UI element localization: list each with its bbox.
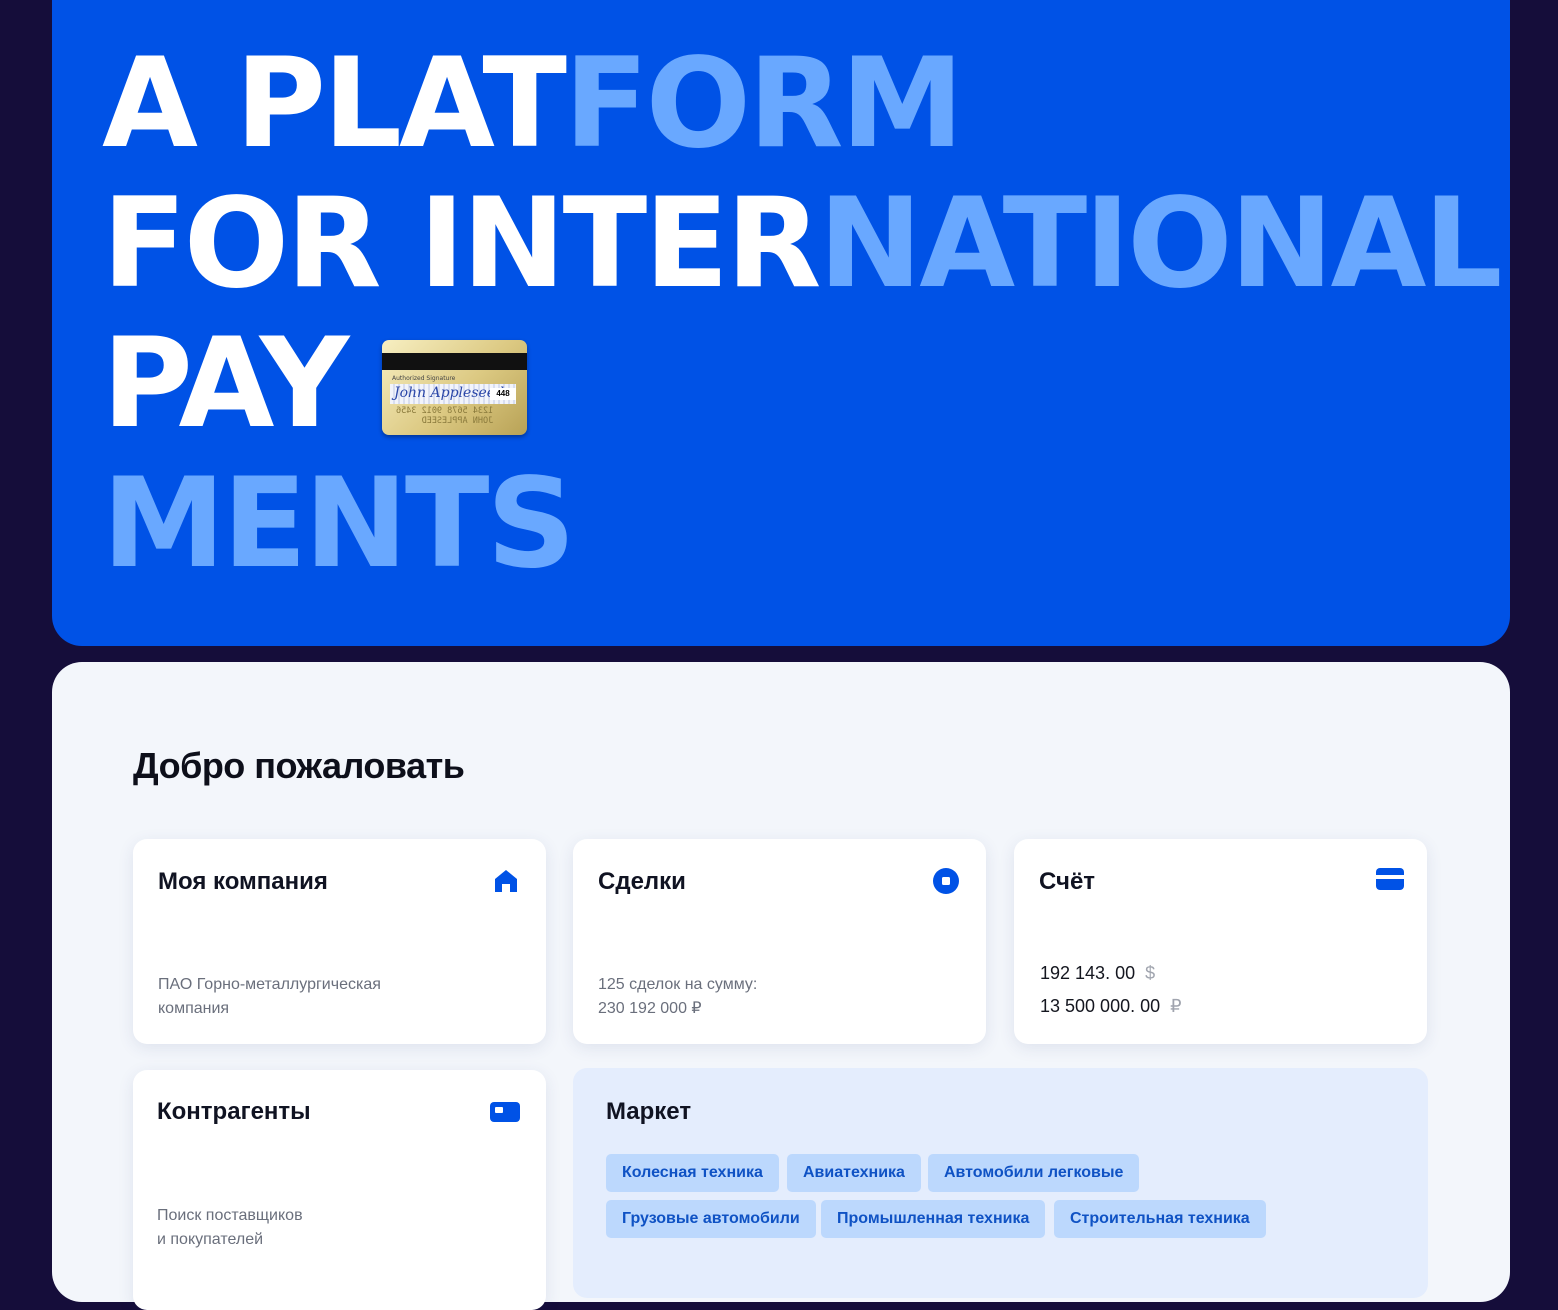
credit-card-image: Authorized Signature John Appleseed 448 … (382, 340, 527, 435)
hero-headline-line-2: FOR INTERNATIONAL (102, 182, 1502, 306)
currency-rub: ₽ (1170, 996, 1182, 1016)
counterparties-desc-line: и покупателей (157, 1231, 264, 1248)
hero-headline-line-1: A PLATFORM (102, 42, 964, 166)
company-desc-line: компания (158, 1000, 230, 1017)
company-card-desc: ПАО Горно-металлургическая компания (158, 973, 381, 1021)
card-mirror-number: 1234 5678 9012 3456 (396, 406, 494, 416)
deals-icon (933, 868, 959, 894)
deals-desc-line: 125 сделок на сумму: (598, 976, 758, 993)
hero-text-white: A PLAT (102, 32, 567, 176)
company-card[interactable]: Моя компания ПАО Горно-металлургическая … (133, 839, 546, 1044)
account-amount-rub: 13 500 000. 00 ₽ (1040, 996, 1182, 1017)
hero-text-white: PAY (102, 312, 349, 456)
account-card[interactable]: Счёт 192 143. 00 $ 13 500 000. 00 ₽ (1014, 839, 1427, 1044)
counterparties-card[interactable]: Контрагенты Поиск поставщиков и покупате… (133, 1070, 546, 1310)
deals-card-title: Сделки (598, 868, 686, 895)
company-desc-line: ПАО Горно-металлургическая (158, 976, 381, 993)
deals-card-desc: 125 сделок на сумму: 230 192 000 ₽ (598, 973, 757, 1021)
welcome-heading: Добро пожаловать (133, 745, 465, 786)
hero-text-white: FOR INTER (102, 172, 821, 316)
company-card-title: Моя компания (158, 868, 328, 895)
market-tag[interactable]: Грузовые автомобили (606, 1200, 816, 1238)
amount-usd-value: 192 143. 00 (1040, 963, 1136, 983)
account-amount-usd: 192 143. 00 $ (1040, 963, 1155, 984)
account-card-title: Счёт (1039, 868, 1096, 895)
card-mirror-name: JOHN APPLESEED (421, 416, 494, 426)
id-card-icon (490, 1102, 520, 1122)
card-cvv: 448 (490, 388, 516, 400)
market-tag[interactable]: Авиатехника (787, 1154, 921, 1192)
hero-text-light: MENTS (102, 452, 576, 596)
hero-text-light: NATIONAL (818, 172, 1502, 316)
market-tag[interactable]: Автомобили легковые (928, 1154, 1140, 1192)
market-tag[interactable]: Колесная техника (606, 1154, 779, 1192)
card-mirror-text: 1234 5678 9012 3456 JOHN APPLESEED (396, 406, 493, 426)
hero-text-light: FORM (563, 32, 964, 176)
hero-headline-line-3: PAY (102, 322, 349, 446)
hero-headline-line-4: MENTS (102, 462, 576, 586)
counterparties-card-title: Контрагенты (157, 1098, 311, 1125)
deals-desc-line: 230 192 000 ₽ (598, 1000, 702, 1017)
card-icon (1376, 868, 1404, 890)
counterparties-card-desc: Поиск поставщиков и покупателей (157, 1204, 303, 1252)
deals-card[interactable]: Сделки 125 сделок на сумму: 230 192 000 … (573, 839, 986, 1044)
card-authorized-label: Authorized Signature (392, 375, 456, 382)
market-tag[interactable]: Промышленная техника (821, 1200, 1046, 1238)
market-tag[interactable]: Строительная техника (1054, 1200, 1266, 1238)
amount-rub-value: 13 500 000. 00 (1040, 996, 1161, 1016)
currency-usd: $ (1145, 963, 1156, 983)
card-signature: John Appleseed (394, 385, 505, 401)
home-icon (495, 870, 517, 892)
market-title: Маркет (606, 1098, 692, 1125)
magnetic-stripe (382, 353, 527, 370)
counterparties-desc-line: Поиск поставщиков (157, 1207, 303, 1224)
